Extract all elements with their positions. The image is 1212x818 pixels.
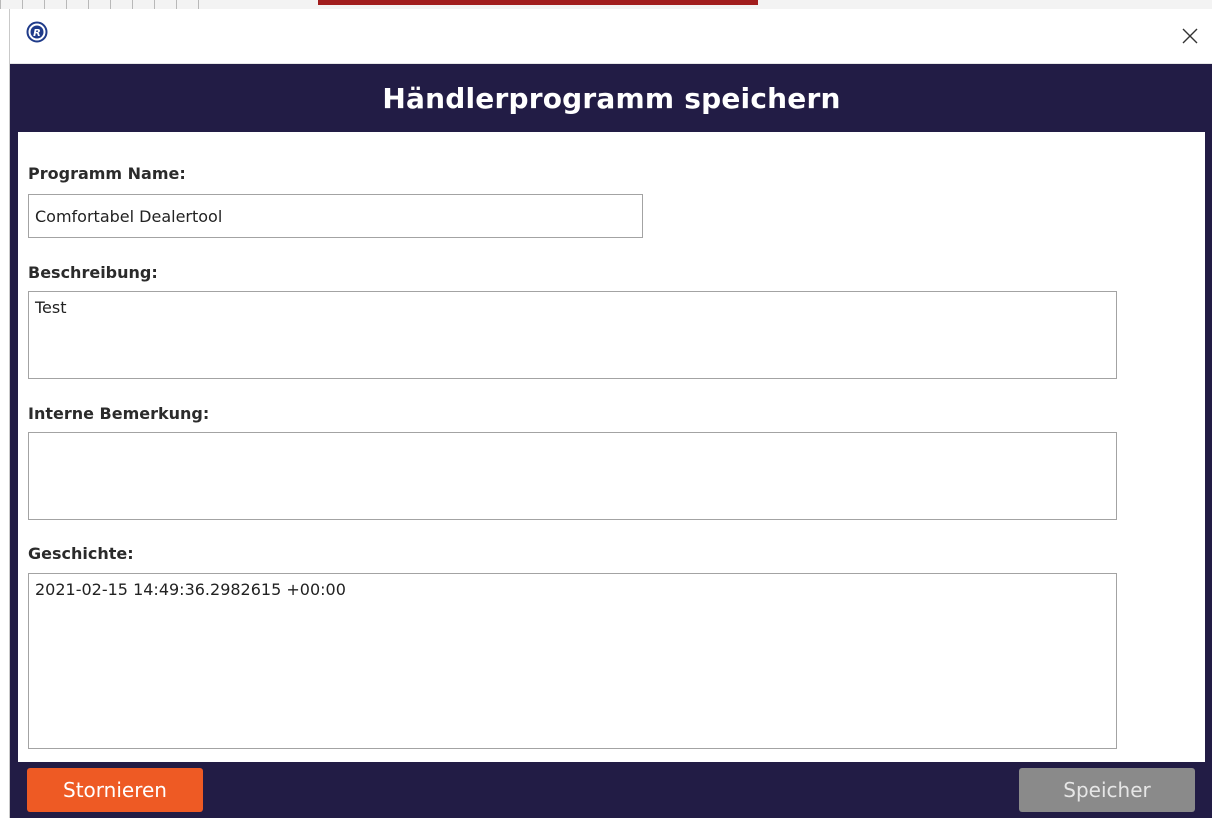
program-name-input[interactable] [28, 194, 643, 238]
background-ruler-ticks [0, 0, 210, 9]
history-label: Geschichte: [28, 544, 134, 563]
internal-note-textarea[interactable] [28, 432, 1117, 520]
save-button[interactable]: Speicher [1019, 768, 1195, 812]
background-window-strip [0, 0, 1212, 9]
save-dealer-program-dialog: R Händlerprogramm speichern Programm Nam… [9, 9, 1212, 818]
cancel-button[interactable]: Stornieren [27, 768, 203, 812]
internal-note-label: Interne Bemerkung: [28, 404, 210, 423]
dialog-header: Händlerprogramm speichern [10, 64, 1212, 132]
background-red-bar [318, 0, 758, 5]
program-name-label: Programm Name: [28, 164, 186, 183]
description-textarea[interactable]: Test [28, 291, 1117, 379]
close-icon [1182, 28, 1198, 44]
history-textarea[interactable]: 2021-02-15 14:49:36.2982615 +00:00 [28, 573, 1117, 749]
form-panel: Programm Name: Beschreibung: Test Intern… [18, 132, 1205, 762]
title-bar: R [10, 9, 1212, 64]
dialog-title: Händlerprogramm speichern [382, 81, 841, 115]
r-logo-icon: R [26, 21, 48, 43]
description-label: Beschreibung: [28, 263, 158, 282]
close-button[interactable] [1167, 9, 1212, 63]
svg-text:R: R [33, 28, 41, 39]
